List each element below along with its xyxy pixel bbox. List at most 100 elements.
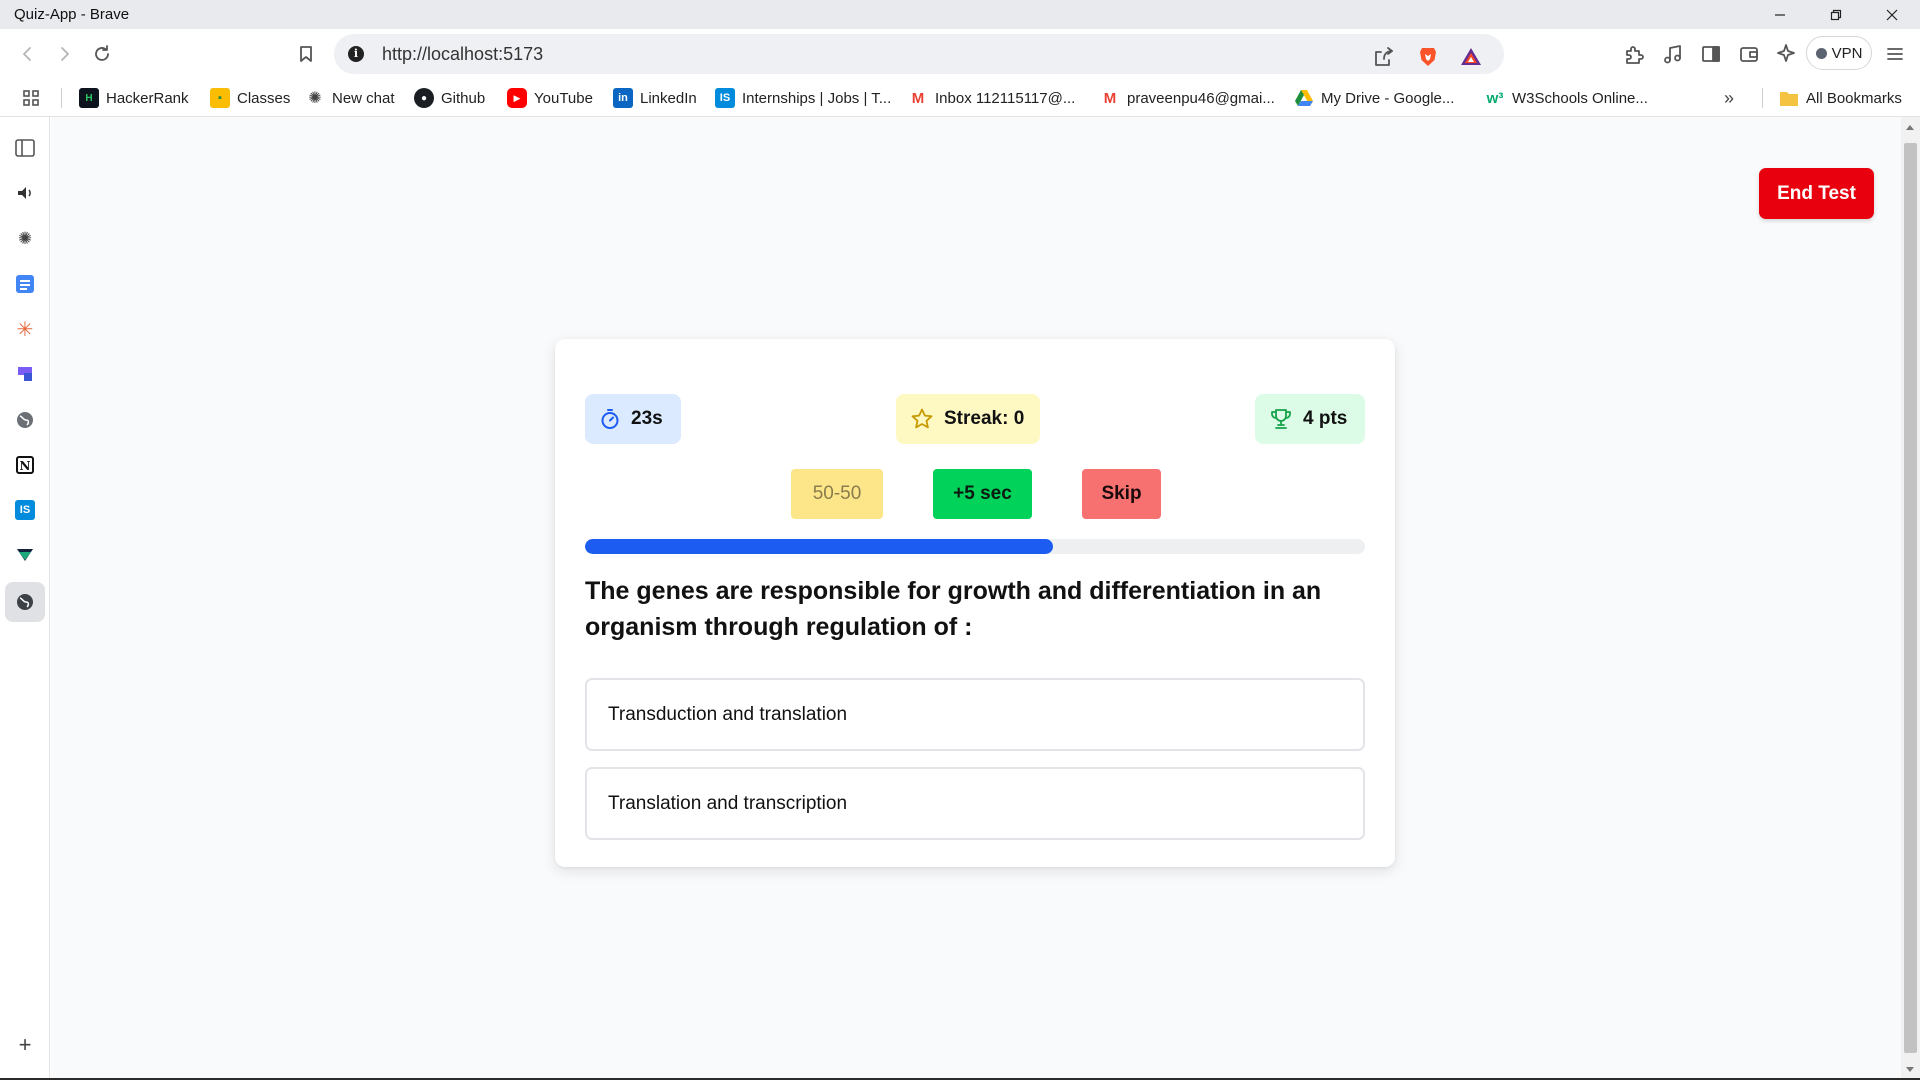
sidebar-add-button[interactable]: + (11, 1031, 39, 1059)
bookmark-inbox[interactable]: M Inbox 112115117@... (908, 79, 1076, 117)
leo-ai-button[interactable] (1771, 39, 1801, 69)
gmail-icon: M (911, 89, 925, 107)
bookmark-new-chat[interactable]: ✺ New chat (305, 79, 394, 117)
forward-button[interactable] (50, 39, 80, 69)
bookmark-page-button[interactable] (291, 39, 321, 69)
brave-shields-button[interactable] (1413, 42, 1443, 72)
bookmark-label: HackerRank (106, 89, 189, 107)
main-menu-button[interactable] (1880, 39, 1910, 69)
trophy-icon (1271, 409, 1291, 429)
sidebar-globe-button[interactable] (11, 406, 39, 434)
points-value: 4 pts (1303, 408, 1348, 429)
claude-icon: ✳ (16, 318, 34, 341)
restore-icon (1830, 9, 1842, 20)
bookmark-praveen-gmail[interactable]: M praveenpu46@gmai... (1100, 79, 1275, 117)
restore-button[interactable] (1808, 0, 1864, 29)
double-chevron-right-icon: » (1724, 87, 1735, 108)
extensions-button[interactable] (1619, 39, 1649, 69)
bookmark-classes[interactable]: ▪ Classes (210, 79, 290, 117)
minimize-button[interactable] (1752, 0, 1808, 29)
end-test-button[interactable]: End Test (1759, 168, 1874, 219)
timer-value: 23s (631, 408, 663, 429)
hackerrank-icon: H (79, 88, 99, 108)
site-info-icon[interactable]: i (348, 46, 364, 62)
sidebar-toggle-button[interactable] (1696, 39, 1726, 69)
vpn-button[interactable]: VPN (1806, 36, 1872, 70)
share-button[interactable] (1368, 42, 1398, 72)
bookmark-google-drive[interactable]: My Drive - Google... (1294, 79, 1454, 117)
google-docs-icon (16, 275, 34, 293)
sidebar-notion-button[interactable]: N (11, 451, 39, 479)
star-icon (911, 408, 933, 429)
sidebar-app-button[interactable] (11, 360, 39, 388)
scroll-up-arrow[interactable] (1906, 125, 1914, 130)
add-time-button[interactable]: +5 sec (933, 469, 1032, 519)
brave-lion-icon (1420, 48, 1436, 66)
fifty-fifty-button[interactable]: 50-50 (791, 469, 883, 519)
sidebar-internshala-button[interactable]: IS (11, 496, 39, 524)
apps-button[interactable] (22, 79, 40, 117)
quiz-progress-fill (585, 539, 1053, 554)
checkmark-shield-icon (17, 549, 33, 561)
bookmark-label: My Drive - Google... (1321, 89, 1455, 107)
app-icon (18, 367, 32, 381)
bookmark-github[interactable]: ● Github (414, 79, 485, 117)
sidebar-globe-active-button[interactable] (5, 582, 45, 622)
bookmark-label: LinkedIn (640, 89, 697, 107)
brave-rewards-button[interactable] (1456, 42, 1486, 72)
answer-option[interactable]: Translation and transcription (585, 767, 1365, 840)
sidebar-chatgpt-button[interactable]: ✺ (11, 225, 39, 253)
bookmark-label: Internships | Jobs | T... (742, 89, 892, 107)
sidebar-docs-button[interactable] (11, 270, 39, 298)
streak-badge: Streak: 0 (896, 394, 1040, 444)
window-titlebar: Quiz-App - Brave (0, 0, 1920, 29)
sidebar-panel-button[interactable] (11, 134, 39, 162)
bookmark-label: W3Schools Online... (1512, 89, 1648, 107)
scrollbar-thumb[interactable] (1904, 143, 1917, 1053)
wallet-icon (1740, 47, 1758, 62)
reload-icon (95, 45, 109, 61)
sidebar-claude-button[interactable]: ✳ (11, 315, 39, 343)
browser-sidebar: ✺ ✳ N IS + (0, 117, 50, 1080)
address-bar[interactable]: i http://localhost:5173 (334, 34, 1504, 74)
google-drive-icon (1295, 90, 1313, 106)
bookmark-w3schools[interactable]: w³ W3Schools Online... (1485, 79, 1648, 117)
bookmark-internships[interactable]: IS Internships | Jobs | T... (715, 79, 891, 117)
sparkle-icon (1777, 44, 1795, 62)
chevron-right-icon (61, 47, 69, 61)
close-window-button[interactable] (1864, 0, 1920, 29)
browser-toolbar: i http://localhost:5173 VPN (0, 29, 1920, 79)
streak-value: Streak: 0 (944, 408, 1025, 429)
bookmark-label: Classes (237, 89, 291, 107)
bookmark-youtube[interactable]: ▶ YouTube (507, 79, 593, 117)
bookmark-linkedin[interactable]: in LinkedIn (613, 79, 697, 117)
url-text[interactable]: http://localhost:5173 (382, 44, 543, 65)
media-button[interactable] (1657, 39, 1687, 69)
close-icon (1886, 9, 1898, 20)
more-bookmarks-button[interactable]: » (1724, 79, 1734, 117)
scroll-down-arrow[interactable] (1906, 1067, 1914, 1072)
back-button[interactable] (12, 39, 42, 69)
timer-badge: 23s (585, 394, 681, 444)
quiz-progress-bar (585, 539, 1365, 554)
panel-icon (15, 139, 35, 157)
youtube-icon: ▶ (507, 88, 527, 108)
chevron-left-icon (23, 47, 31, 61)
sidebar-audio-button[interactable] (11, 179, 39, 207)
bookmark-label: Github (441, 89, 486, 107)
apps-grid-icon (23, 90, 39, 106)
gmail-icon: M (1103, 89, 1117, 107)
github-icon: ● (414, 88, 434, 108)
all-bookmarks-button[interactable]: All Bookmarks (1779, 79, 1902, 117)
page-scrollbar[interactable] (1901, 117, 1920, 1080)
w3schools-icon: w³ (1486, 89, 1504, 107)
page-content: End Test 23s Streak: 0 4 pts 50-50 +5 se… (51, 117, 1901, 1080)
bookmark-hackerrank[interactable]: H HackerRank (79, 79, 189, 117)
reload-button[interactable] (87, 39, 117, 69)
answer-option[interactable]: Transduction and translation (585, 678, 1365, 751)
puzzle-icon (1626, 46, 1644, 64)
sidebar-check-button[interactable] (11, 541, 39, 569)
bookmark-label: Inbox 112115117@... (935, 89, 1076, 107)
skip-button[interactable]: Skip (1082, 469, 1161, 519)
wallet-button[interactable] (1734, 39, 1764, 69)
